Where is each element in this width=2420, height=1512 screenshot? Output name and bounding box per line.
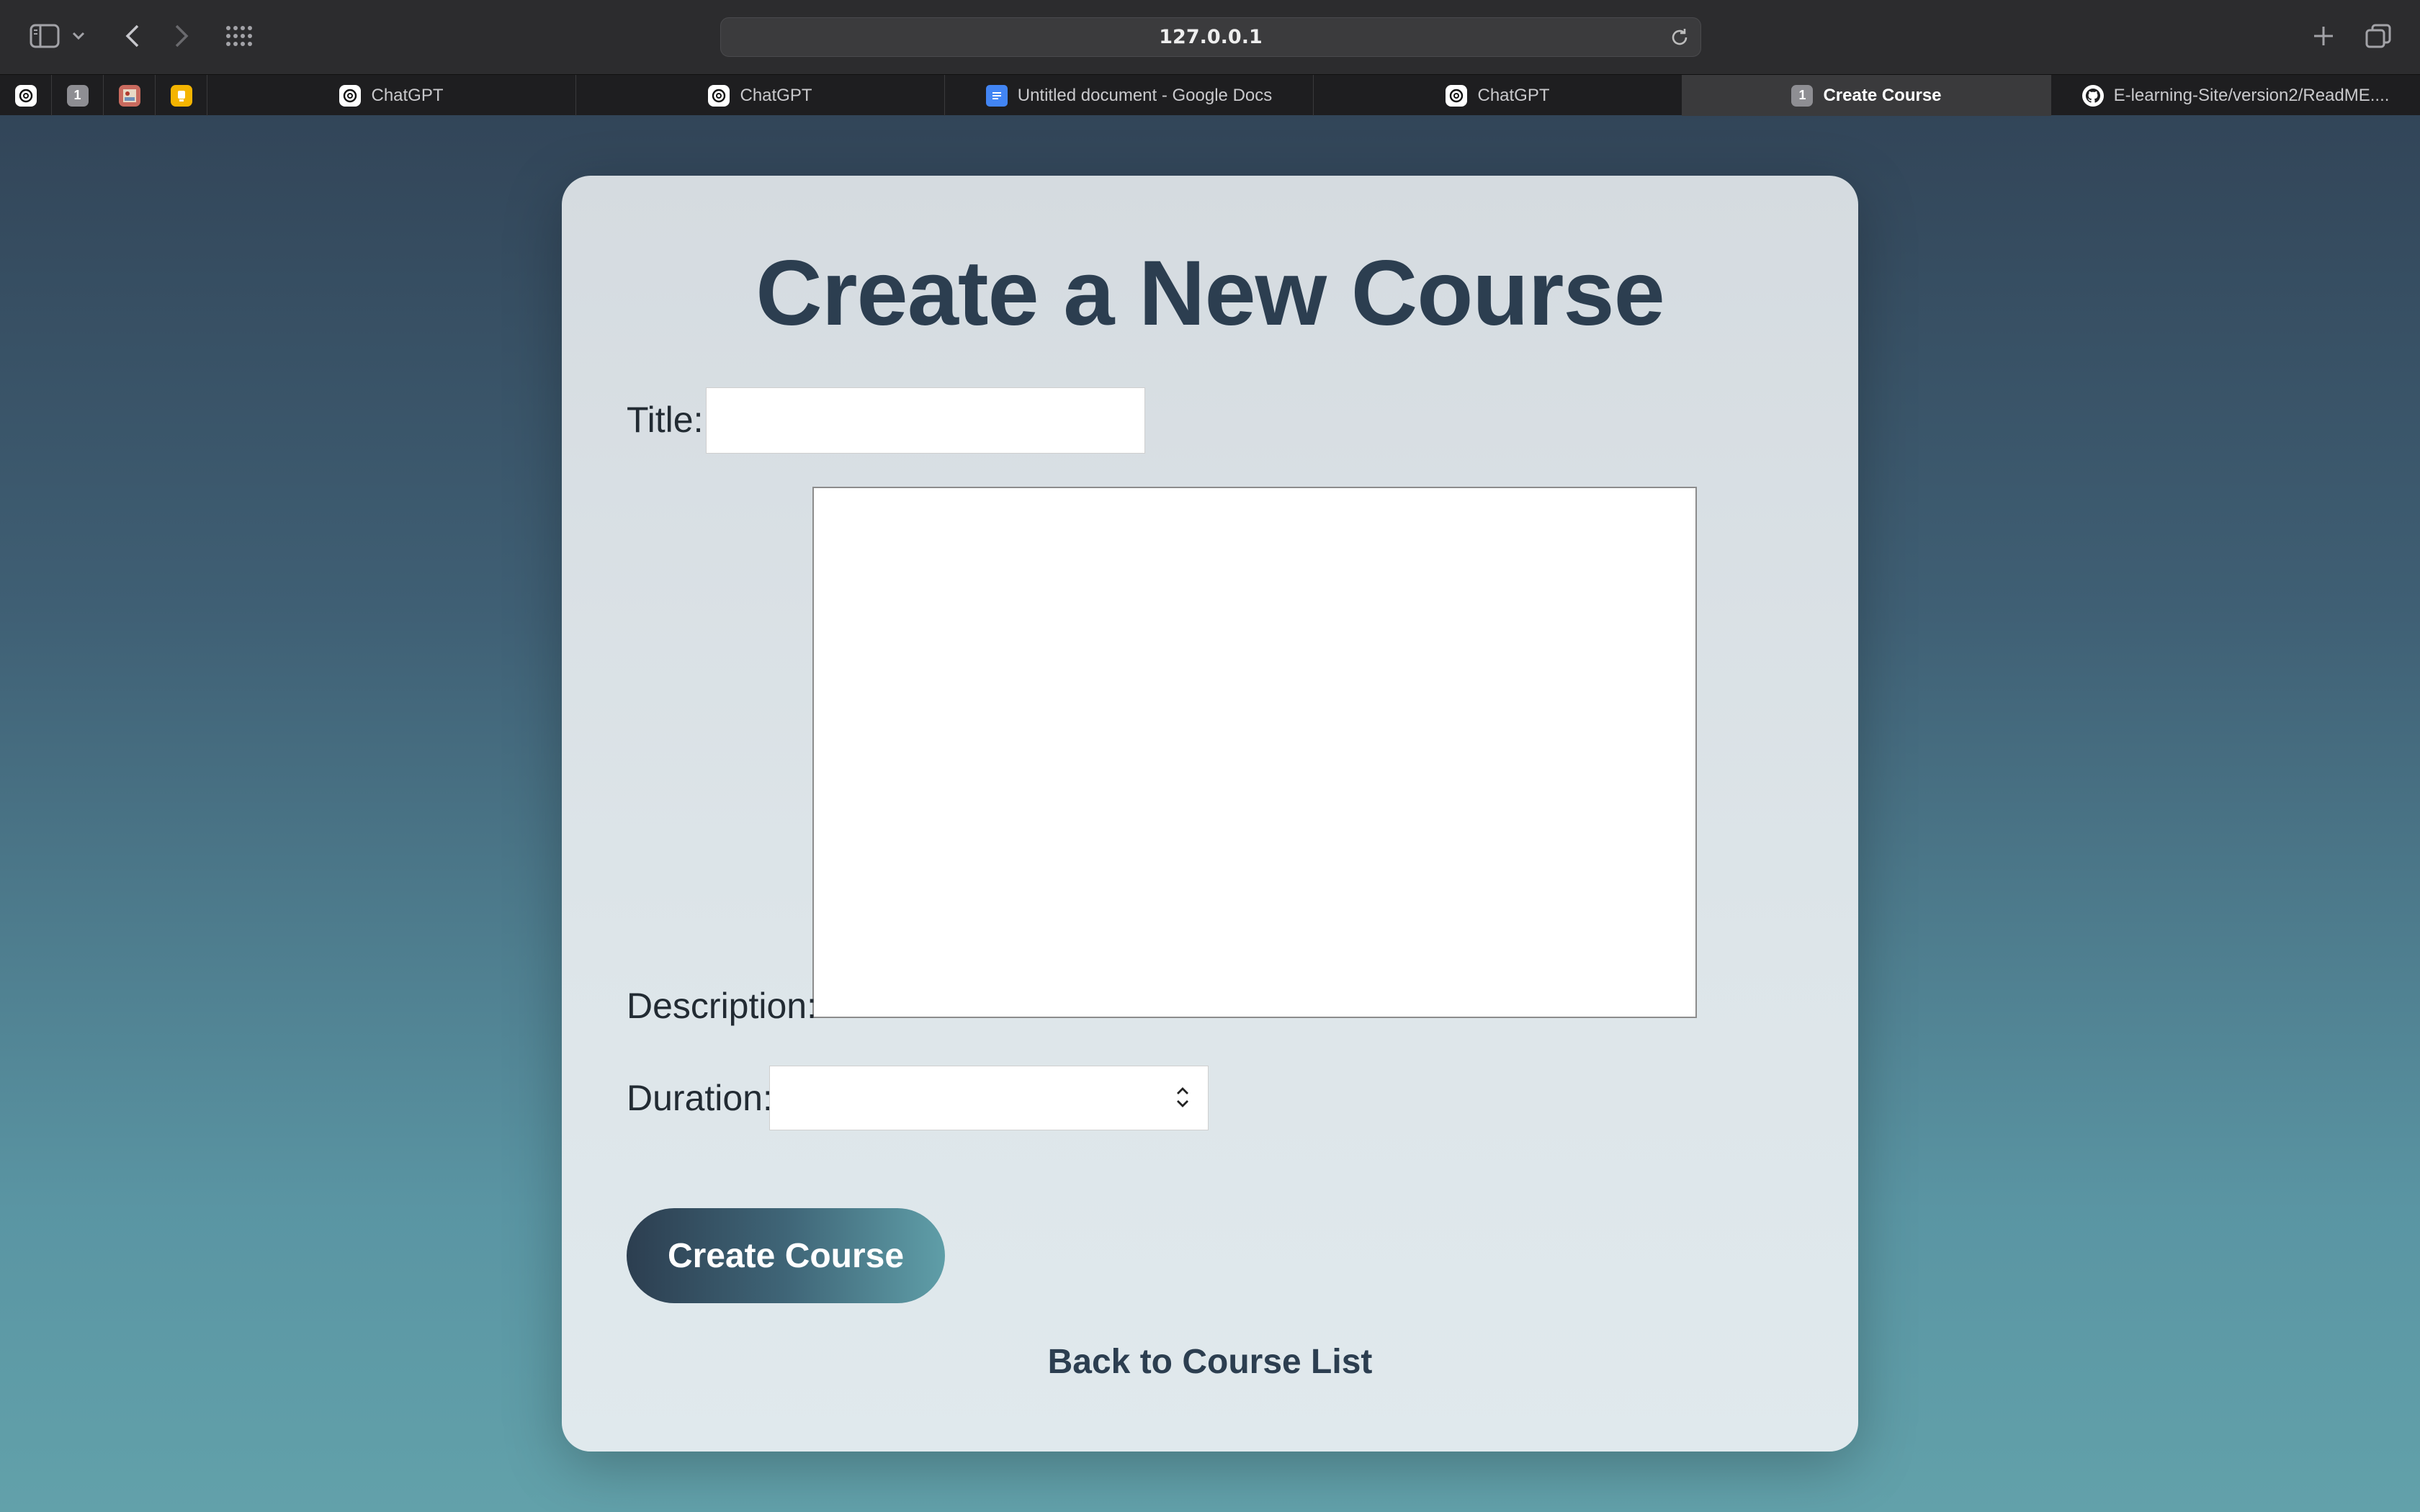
tab-google-docs[interactable]: Untitled document - Google Docs (945, 75, 1314, 116)
google-docs-icon (985, 84, 1008, 107)
new-tab-icon[interactable] (2305, 17, 2342, 55)
create-course-button[interactable]: Create Course (627, 1208, 945, 1303)
tab-chatgpt-2[interactable]: ChatGPT (576, 75, 945, 116)
duration-label: Duration: (627, 1078, 773, 1118)
tab-label: E-learning-Site/version2/ReadME.... (2113, 85, 2390, 105)
pinned-tab[interactable]: 1 (52, 75, 104, 116)
page-title: Create a New Course (756, 242, 1665, 345)
tab-label: ChatGPT (1477, 85, 1550, 105)
github-icon (2081, 84, 2104, 107)
tab-label: Untitled document - Google Docs (1017, 85, 1273, 105)
forward-arrow-icon[interactable] (163, 17, 200, 55)
chatgpt-icon (1446, 84, 1468, 107)
pinned-tab[interactable] (104, 75, 156, 116)
chevron-down-icon[interactable] (68, 17, 89, 55)
back-link-label: Back to Course List (1047, 1343, 1373, 1381)
title-input[interactable] (706, 387, 1145, 454)
tab-github-readme[interactable]: E-learning-Site/version2/ReadME.... (2051, 75, 2420, 116)
tab-overview-icon[interactable] (2360, 17, 2397, 55)
description-textarea[interactable] (812, 487, 1697, 1018)
tab-chatgpt-3[interactable]: ChatGPT (1314, 75, 1682, 116)
browser-toolbar: 127.0.0.1 (0, 0, 2420, 74)
tab-bar: 1 ChatGPT ChatGPT Untitled document - Go… (0, 74, 2420, 116)
number-spinner-icon[interactable] (1173, 1079, 1192, 1115)
tab-label: ChatGPT (371, 85, 444, 105)
back-arrow-icon[interactable] (114, 17, 151, 55)
grid-icon[interactable] (220, 17, 258, 55)
tab-label: Create Course (1823, 85, 1942, 105)
url-text: 127.0.0.1 (1159, 26, 1263, 48)
pinned-tab[interactable] (156, 75, 207, 116)
address-bar[interactable]: 127.0.0.1 (720, 17, 1701, 57)
notes-favicon-icon (170, 84, 192, 107)
chatgpt-icon (708, 84, 730, 107)
sidebar-toggle-icon[interactable] (26, 17, 63, 55)
number-badge-icon: 1 (1791, 84, 1814, 107)
number-badge-icon: 1 (66, 84, 89, 107)
image-favicon-icon (118, 84, 140, 107)
tab-chatgpt-1[interactable]: ChatGPT (207, 75, 576, 116)
create-course-card: Create a New Course Title: Description: … (562, 176, 1858, 1452)
title-label: Title: (627, 400, 704, 440)
description-label: Description: (627, 986, 817, 1026)
duration-number-input[interactable] (769, 1066, 1209, 1130)
tab-create-course[interactable]: 1 Create Course (1682, 75, 2051, 116)
chatgpt-icon (14, 84, 37, 107)
back-to-course-list-link[interactable]: Back to Course List (562, 1342, 1858, 1382)
pinned-tab[interactable] (0, 75, 52, 116)
reload-icon[interactable] (1669, 27, 1690, 48)
tab-label: ChatGPT (740, 85, 812, 105)
chatgpt-icon (339, 84, 362, 107)
